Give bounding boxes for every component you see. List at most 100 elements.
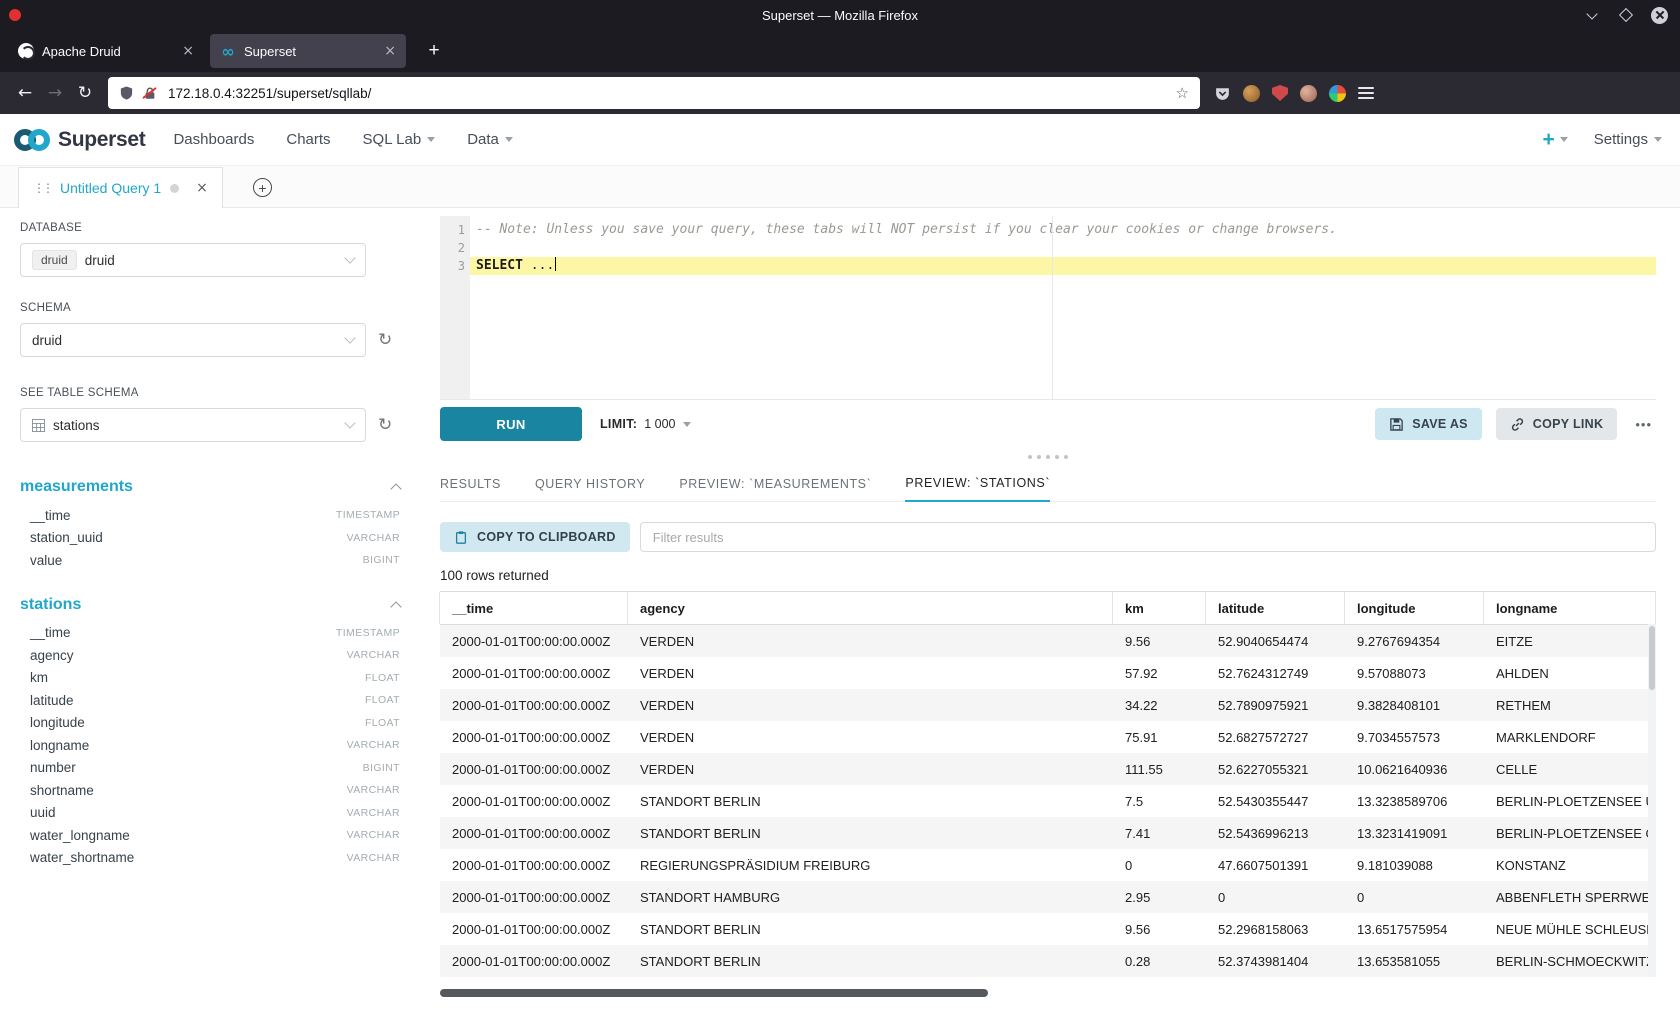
table-schema-header[interactable]: measurements xyxy=(20,478,400,496)
url-text[interactable]: 172.18.0.4:32251/superset/sqllab/ xyxy=(168,86,371,101)
nav-dashboards[interactable]: Dashboards xyxy=(173,131,254,148)
toolbar-extensions xyxy=(1214,85,1374,102)
table-name[interactable]: stations xyxy=(20,596,81,614)
insecure-lock-icon[interactable] xyxy=(143,86,157,101)
drag-handle-icon[interactable]: ⋮⋮ xyxy=(33,181,51,195)
table-horizontal-scrollbar[interactable] xyxy=(440,989,1656,997)
superset-header: Superset Dashboards Charts SQL Lab Data … xyxy=(0,114,1680,166)
table-header-cell[interactable]: longname xyxy=(1483,592,1656,624)
back-button[interactable]: ← xyxy=(10,78,40,108)
tab-query-history[interactable]: QUERY HISTORY xyxy=(535,477,645,501)
window-titlebar: Superset — Mozilla Firefox xyxy=(0,0,1680,30)
table-schema-header[interactable]: stations xyxy=(20,596,400,614)
table-header-cell[interactable]: agency xyxy=(627,592,1113,624)
table-cell: 9.3828408101 xyxy=(1345,689,1484,721)
table-cell: STANDORT BERLIN xyxy=(628,785,1113,817)
table-header-cell[interactable]: km xyxy=(1112,592,1206,624)
table-cell: KONSTANZ xyxy=(1484,849,1656,881)
browser-tab-druid[interactable]: Apache Druid × xyxy=(8,34,204,68)
limit-label: LIMIT: xyxy=(600,417,637,431)
table-vertical-scrollbar[interactable] xyxy=(1648,624,1656,977)
save-icon xyxy=(1389,417,1404,432)
window-close-icon[interactable] xyxy=(1651,7,1668,24)
table-value: stations xyxy=(53,418,100,433)
table-cell: 7.41 xyxy=(1113,817,1206,849)
table-cell: 9.56 xyxy=(1113,625,1206,657)
refresh-table-icon[interactable]: ↻ xyxy=(378,417,392,434)
nav-charts[interactable]: Charts xyxy=(286,131,330,148)
sql-editor[interactable]: 1 2 3 -- Note: Unless you save your quer… xyxy=(440,216,1656,400)
copy-link-button[interactable]: COPY LINK xyxy=(1496,408,1618,440)
window-minimize-icon[interactable] xyxy=(1583,6,1601,24)
copy-to-clipboard-button[interactable]: COPY TO CLIPBOARD xyxy=(440,522,630,552)
table-header-cell[interactable]: __time xyxy=(439,592,628,624)
nav-data[interactable]: Data xyxy=(467,131,513,148)
schema-label: SCHEMA xyxy=(20,302,400,314)
pocket-icon[interactable] xyxy=(1214,85,1231,102)
settings-menu[interactable]: Settings xyxy=(1594,131,1662,148)
extension-icon[interactable] xyxy=(1300,85,1317,102)
tab-preview-stations[interactable]: PREVIEW: `STATIONS` xyxy=(905,476,1050,502)
collapse-chevron-icon[interactable] xyxy=(390,601,401,612)
table-cell: BERLIN-PLOETZENSEE UP xyxy=(1484,785,1656,817)
column-name: uuid xyxy=(30,805,56,820)
browser-tab-superset[interactable]: ∞ Superset × xyxy=(210,34,406,68)
add-query-tab-button[interactable]: + xyxy=(253,178,272,197)
column-type: BIGINT xyxy=(363,762,400,774)
table-header-cell[interactable]: latitude xyxy=(1205,592,1345,624)
database-select[interactable]: druid druid xyxy=(20,243,366,277)
table-cell: 13.6517575954 xyxy=(1345,913,1484,945)
collapse-chevron-icon[interactable] xyxy=(390,483,401,494)
column-name: km xyxy=(30,670,48,685)
table-cell: 47.6607501391 xyxy=(1206,849,1345,881)
ublock-extension-icon[interactable] xyxy=(1272,85,1288,101)
reload-button[interactable]: ↻ xyxy=(70,78,100,108)
editor-code-area[interactable]: -- Note: Unless you save your query, the… xyxy=(470,216,1656,399)
column-name: __time xyxy=(30,625,71,640)
refresh-schema-icon[interactable]: ↻ xyxy=(378,332,392,349)
menu-icon[interactable] xyxy=(1358,87,1374,99)
limit-dropdown[interactable]: LIMIT: 1 000 xyxy=(600,417,691,431)
tracking-protection-shield-icon[interactable] xyxy=(119,85,134,101)
table-select[interactable]: stations xyxy=(20,408,366,442)
tab-close-icon[interactable]: × xyxy=(182,43,194,59)
table-cell: 9.56 xyxy=(1113,913,1206,945)
table-cell: 2.95 xyxy=(1113,881,1206,913)
table-cell: 2000-01-01T00:00:00.000Z xyxy=(440,817,628,849)
url-bar[interactable]: 172.18.0.4:32251/superset/sqllab/ ☆ xyxy=(108,77,1200,109)
more-options-button[interactable]: ••• xyxy=(1631,417,1656,432)
scrollbar-thumb[interactable] xyxy=(1649,626,1655,690)
nav-label: Dashboards xyxy=(173,131,254,148)
superset-app: Superset Dashboards Charts SQL Lab Data … xyxy=(0,114,1680,1012)
database-label: DATABASE xyxy=(20,222,400,234)
bookmark-star-icon[interactable]: ☆ xyxy=(1176,84,1189,102)
account-icon[interactable] xyxy=(1243,85,1260,102)
table-schema-measurements: measurements __timeTIMESTAMP station_uui… xyxy=(20,478,400,572)
save-as-button[interactable]: SAVE AS xyxy=(1375,408,1482,440)
table-name[interactable]: measurements xyxy=(20,478,133,496)
window-maximize-icon[interactable] xyxy=(1617,6,1635,24)
link-icon xyxy=(1510,417,1525,432)
nav-sql-lab[interactable]: SQL Lab xyxy=(363,131,436,148)
forward-button[interactable]: → xyxy=(40,78,70,108)
tab-preview-measurements[interactable]: PREVIEW: `MEASUREMENTS` xyxy=(679,477,871,501)
tab-close-icon[interactable]: × xyxy=(384,43,396,59)
container-tabs-icon[interactable] xyxy=(1329,85,1346,102)
table-header-cell[interactable]: longitude xyxy=(1344,592,1484,624)
new-tab-button[interactable]: + xyxy=(420,37,448,65)
superset-logo[interactable]: Superset xyxy=(12,127,145,153)
new-item-button[interactable]: + xyxy=(1543,129,1568,150)
firefox-window: Superset — Mozilla Firefox Apache Druid … xyxy=(0,0,1680,1012)
run-button[interactable]: RUN xyxy=(440,407,582,441)
query-tab[interactable]: ⋮⋮ Untitled Query 1 × xyxy=(18,167,223,208)
filter-results-input[interactable] xyxy=(640,522,1656,552)
schema-value: druid xyxy=(32,333,62,348)
table-cell: 2000-01-01T00:00:00.000Z xyxy=(440,721,628,753)
schema-select[interactable]: druid xyxy=(20,323,366,357)
tab-results[interactable]: RESULTS xyxy=(440,477,501,501)
table-cell: 52.5436996213 xyxy=(1206,817,1345,849)
table-cell: 9.2767694354 xyxy=(1345,625,1484,657)
scrollbar-thumb[interactable] xyxy=(440,989,988,997)
close-query-tab-icon[interactable]: × xyxy=(196,180,208,196)
editor-results-splitter[interactable] xyxy=(440,448,1656,466)
